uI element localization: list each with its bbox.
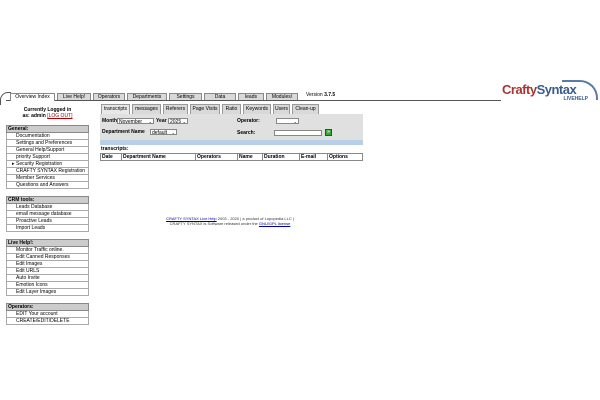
col-name: Name — [237, 153, 263, 161]
sidebar-item-documentation[interactable]: Documentation — [6, 133, 89, 140]
tab-live-help[interactable]: Live Help! — [57, 93, 91, 100]
tab-overview-index[interactable]: Overview Index — [10, 93, 55, 101]
department-select[interactable]: default ⌄ — [150, 129, 177, 136]
sidebar-item-settings-preferences[interactable]: Settings and Preferences — [6, 140, 89, 147]
year-select[interactable]: 2025 ⌄ — [168, 118, 188, 125]
chevron-down-icon: ⌄ — [182, 119, 186, 124]
operator-label: Operator: — [237, 118, 260, 124]
sidebar-item-crafty-registration[interactable]: CRAFTY SYNTAX Registration — [6, 168, 89, 175]
col-department-name: Department Name — [121, 153, 196, 161]
transcripts-table-header: Date Department Name Operators Name Dura… — [100, 153, 363, 161]
data-subtabs: transcripts messages Referers Page Visit… — [101, 104, 363, 114]
tab-modules[interactable]: Modules/ — [266, 93, 298, 100]
top-nav: Overview Index Live Help! Operators Depa… — [0, 90, 596, 105]
col-operators: Operators — [195, 153, 238, 161]
department-label: Department Name — [102, 129, 145, 135]
section-general: General: — [6, 125, 89, 133]
tab-keywords[interactable]: Keywords — [243, 104, 271, 114]
sidebar-item-security-registration[interactable]: Security Registration — [6, 161, 89, 168]
section-live-help: Live Help!: — [6, 239, 89, 247]
sidebar-item-leads-database[interactable]: Leads Database — [6, 204, 89, 211]
sidebar-item-layer-images[interactable]: Edit Layer Images — [6, 289, 89, 296]
tab-operators[interactable]: Operators — [93, 93, 125, 100]
footer-line2: CRAFTY SYNTAX is Software released under… — [169, 221, 291, 226]
version-text: Version 3.7.5 — [306, 92, 336, 98]
tab-clean-up[interactable]: Clean-up — [292, 104, 319, 114]
transcripts-label: transcripts: — [101, 146, 129, 152]
sidebar-item-edit-account[interactable]: EDIT Your account — [6, 311, 89, 318]
search-go-button[interactable]: » — [325, 129, 332, 136]
month-label: Month — [102, 118, 117, 124]
chevron-down-icon: ⌄ — [148, 119, 152, 124]
chevron-down-icon: ⌄ — [293, 119, 297, 124]
tab-users[interactable]: Users — [273, 104, 290, 114]
tab-messages[interactable]: messages — [132, 104, 161, 114]
login-line2: as: admin [LOG OUT] — [22, 113, 73, 119]
tab-transcripts[interactable]: transcripts — [101, 104, 130, 114]
month-select[interactable]: November ⌄ — [117, 118, 154, 125]
gpl-license-link[interactable]: GNU/GPL license — [259, 221, 290, 226]
tab-leads[interactable]: leads — [238, 93, 264, 100]
sidebar-item-emotion-icons[interactable]: Emotion Icons — [6, 282, 89, 289]
sidebar-item-edit-urls[interactable]: Edit URLS — [6, 268, 89, 275]
sidebar-item-priority-support[interactable]: priority Support — [6, 154, 89, 161]
col-email: E-mail — [299, 153, 328, 161]
sidebar-item-create-edit-delete[interactable]: CREATE/EDIT/DELETE — [6, 318, 89, 325]
col-date: Date — [100, 153, 122, 161]
search-label: Search: — [237, 130, 256, 136]
operator-select[interactable]: ⌄ — [276, 118, 299, 124]
filter-panel: Month November ⌄ Year 2025 ⌄ Operator: ⌄ D… — [100, 114, 363, 140]
sidebar-item-email-database[interactable]: email message database — [6, 211, 89, 218]
tab-departments[interactable]: Departments — [127, 93, 167, 100]
sidebar-item-import-leads[interactable]: Import Leads — [6, 225, 89, 232]
tab-data[interactable]: Data — [204, 93, 236, 100]
logout-link[interactable]: [LOG OUT] — [47, 113, 72, 119]
sidebar-item-auto-invite[interactable]: Auto Invite — [6, 275, 89, 282]
tab-ratio[interactable]: Ratio — [222, 104, 241, 114]
sidebar-item-edit-images[interactable]: Edit Images — [6, 261, 89, 268]
section-operators: Operators: — [6, 303, 89, 311]
sidebar-item-proactive-leads[interactable]: Proactive Leads — [6, 218, 89, 225]
footer: CRAFTY SYNTAX Live Help 2003 - 2020 | a … — [150, 216, 310, 226]
double-arrow-icon: » — [327, 129, 330, 135]
tab-page-visits[interactable]: Page Visits — [190, 104, 220, 114]
separator-bar — [100, 140, 363, 145]
tab-referers[interactable]: Referers — [163, 104, 188, 114]
section-crm-tools: CRM tools: — [6, 196, 89, 204]
sidebar-item-general-help[interactable]: General Help/Support — [6, 147, 89, 154]
login-status: Currently Logged in as: admin [LOG OUT] — [6, 107, 89, 119]
sidebar: Currently Logged in as: admin [LOG OUT] … — [6, 107, 89, 325]
tab-settings[interactable]: Settings — [169, 93, 202, 100]
col-duration: Duration — [262, 153, 300, 161]
sidebar-item-monitor-traffic[interactable]: Monitor Traffic online. — [6, 247, 89, 254]
col-options: Options — [327, 153, 363, 161]
sidebar-item-questions-answers[interactable]: Questions and Answers — [6, 182, 89, 189]
chevron-down-icon: ⌄ — [171, 130, 175, 135]
sidebar-item-member-services[interactable]: Member Services — [6, 175, 89, 182]
search-input[interactable] — [274, 130, 322, 136]
year-label: Year — [156, 118, 167, 124]
sidebar-item-canned-responses[interactable]: Edit Canned Responses — [6, 254, 89, 261]
